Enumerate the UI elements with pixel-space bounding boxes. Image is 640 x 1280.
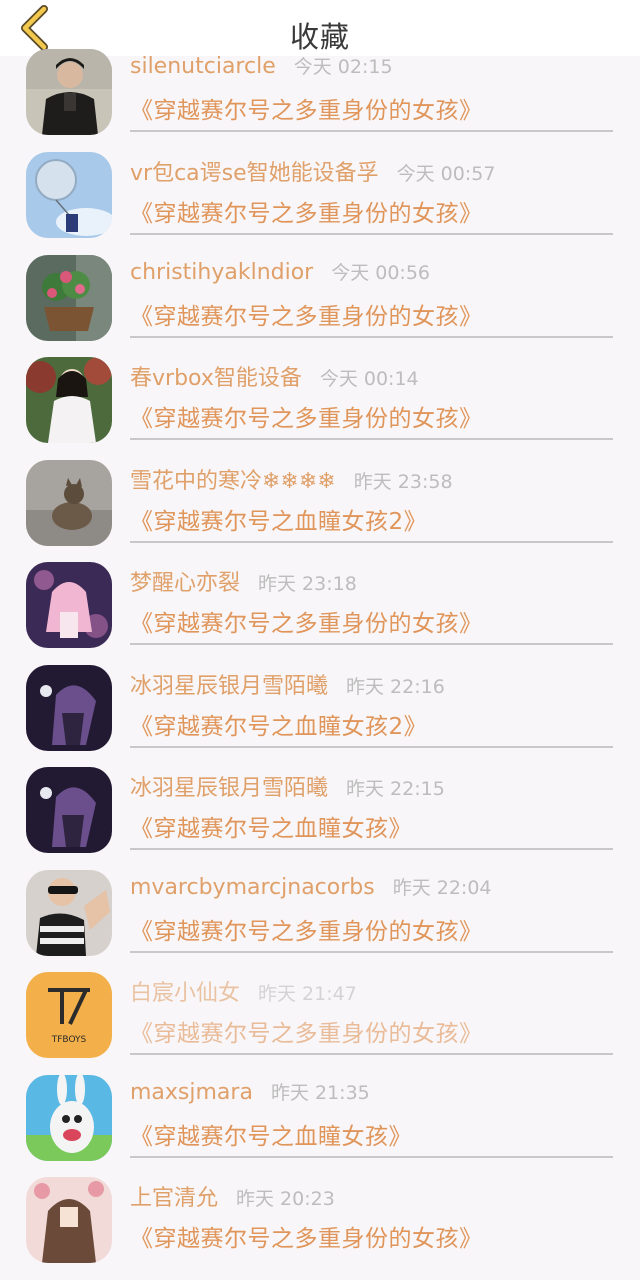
divider [130,130,613,132]
list-item[interactable]: TFBOYS 白宸小仙女 昨天 21:47 《穿越赛尔号之多重身份的女孩》 [0,972,640,1075]
avatar[interactable] [26,357,112,443]
timestamp: 昨天 22:15 [346,778,445,800]
divider [130,438,613,440]
timestamp: 今天 00:56 [331,262,431,284]
username: mvarcbymarcjnacorbs [130,875,375,900]
book-title-link[interactable]: 《穿越赛尔号之血瞳女孩2》 [130,502,427,536]
list-item[interactable]: 冰羽星辰银月雪陌曦 昨天 22:15 《穿越赛尔号之血瞳女孩》 [0,767,640,870]
list-item[interactable]: 雪花中的寒冷❄❄❄❄ 昨天 23:58 《穿越赛尔号之血瞳女孩2》 [0,460,640,563]
list-item[interactable]: vr包ca谔se智她能设备孚 今天 00:57 《穿越赛尔号之多重身份的女孩》 [0,152,640,255]
timestamp: 昨天 22:04 [392,877,492,899]
timestamp: 昨天 23:18 [258,573,357,595]
avatar[interactable] [26,1177,112,1263]
divider [130,233,613,235]
timestamp: 昨天 21:47 [258,983,357,1005]
list-item[interactable]: 冰羽星辰银月雪陌曦 昨天 22:16 《穿越赛尔号之血瞳女孩2》 [0,665,640,768]
divider [130,1053,613,1055]
book-title-link[interactable]: 《穿越赛尔号之多重身份的女孩》 [130,1014,483,1048]
avatar[interactable] [26,49,112,135]
username: 梦醒心亦裂 [130,571,241,596]
book-title-link[interactable]: 《穿越赛尔号之多重身份的女孩》 [130,194,483,228]
list-item[interactable]: silenutciarcle 今天 02:15 《穿越赛尔号之多重身份的女孩》 [0,49,640,152]
list-item[interactable]: 上官清允 昨天 20:23 《穿越赛尔号之多重身份的女孩》 [0,1177,640,1280]
username: 春vrbox智能设备 [130,366,302,391]
list-item[interactable]: 春vrbox智能设备 今天 00:14 《穿越赛尔号之多重身份的女孩》 [0,357,640,460]
book-title-link[interactable]: 《穿越赛尔号之多重身份的女孩》 [130,912,483,946]
username: 冰羽星辰银月雪陌曦 [130,776,329,801]
divider [130,848,613,850]
timestamp: 昨天 23:58 [353,471,453,493]
avatar[interactable] [26,152,112,238]
book-title-link[interactable]: 《穿越赛尔号之血瞳女孩》 [130,809,412,843]
list-item[interactable]: 梦醒心亦裂 昨天 23:18 《穿越赛尔号之多重身份的女孩》 [0,562,640,665]
book-title-link[interactable]: 《穿越赛尔号之多重身份的女孩》 [130,1219,483,1253]
username: 白宸小仙女 [130,981,241,1006]
timestamp: 昨天 20:23 [236,1188,335,1210]
book-title-link[interactable]: 《穿越赛尔号之血瞳女孩2》 [130,707,427,741]
svg-text:TFBOYS: TFBOYS [51,1035,87,1045]
avatar[interactable] [26,460,112,546]
list-item[interactable]: mvarcbymarcjnacorbs 昨天 22:04 《穿越赛尔号之多重身份的… [0,870,640,973]
username: silenutciarcle [130,54,276,79]
divider [130,541,613,543]
username: christihyaklndior [130,260,314,285]
avatar[interactable]: TFBOYS [26,972,112,1058]
username: 冰羽星辰银月雪陌曦 [130,674,329,699]
divider [130,643,613,645]
book-title-link[interactable]: 《穿越赛尔号之多重身份的女孩》 [130,91,483,125]
book-title-link[interactable]: 《穿越赛尔号之多重身份的女孩》 [130,297,483,331]
divider [130,951,613,953]
timestamp: 今天 00:14 [319,368,419,390]
divider [130,336,613,338]
avatar[interactable] [26,767,112,853]
avatar[interactable] [26,255,112,341]
avatar[interactable] [26,870,112,956]
timestamp: 今天 00:57 [396,163,496,185]
timestamp: 昨天 21:35 [270,1082,370,1104]
username: vr包ca谔se智她能设备孚 [130,161,379,186]
book-title-link[interactable]: 《穿越赛尔号之血瞳女孩》 [130,1117,412,1151]
username: 雪花中的寒冷❄❄❄❄ [130,469,336,494]
divider [130,746,613,748]
list-item[interactable]: christihyaklndior 今天 00:56 《穿越赛尔号之多重身份的女孩… [0,255,640,358]
timestamp: 今天 02:15 [293,56,393,78]
timestamp: 昨天 22:16 [346,676,445,698]
avatar[interactable] [26,665,112,751]
avatar[interactable] [26,562,112,648]
book-title-link[interactable]: 《穿越赛尔号之多重身份的女孩》 [130,604,483,638]
divider [130,1156,613,1158]
avatar[interactable] [26,1075,112,1161]
username: maxsjmara [130,1080,253,1105]
nav-bar: 收藏 [0,0,640,56]
list-item[interactable]: maxsjmara 昨天 21:35 《穿越赛尔号之血瞳女孩》 [0,1075,640,1178]
username: 上官清允 [130,1186,219,1211]
book-title-link[interactable]: 《穿越赛尔号之多重身份的女孩》 [130,399,483,433]
